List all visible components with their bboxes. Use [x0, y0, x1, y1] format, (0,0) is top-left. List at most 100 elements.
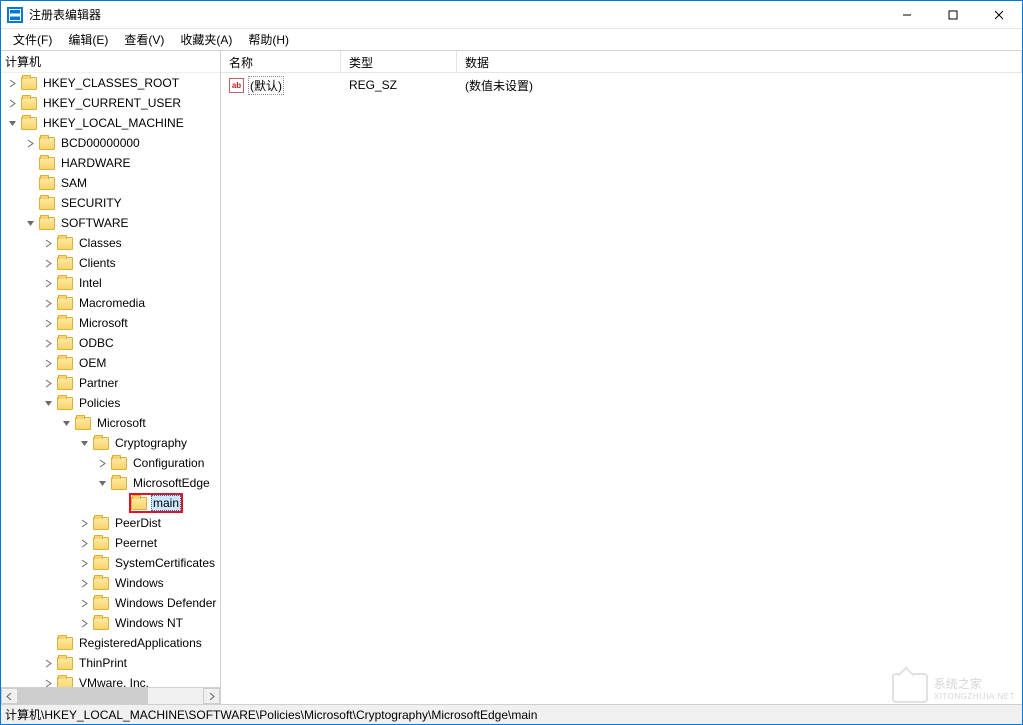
menu-help[interactable]: 帮助(H): [240, 29, 297, 50]
tree-item-sam[interactable]: SAM: [1, 173, 220, 193]
chevron-right-icon[interactable]: [5, 96, 19, 110]
minimize-button[interactable]: [884, 1, 930, 29]
tree-horizontal-scrollbar[interactable]: [1, 687, 220, 704]
folder-icon: [57, 397, 73, 410]
chevron-right-icon[interactable]: [41, 236, 55, 250]
chevron-right-icon[interactable]: [41, 256, 55, 270]
chevron-right-icon[interactable]: [77, 536, 91, 550]
tree-item-vmware-inc-[interactable]: VMware, Inc.: [1, 673, 220, 687]
tree-item-label: OEM: [77, 356, 108, 370]
chevron-down-icon[interactable]: [23, 216, 37, 230]
chevron-right-icon[interactable]: [41, 336, 55, 350]
tree-item-microsoft[interactable]: Microsoft: [1, 313, 220, 333]
chevron-right-icon[interactable]: [77, 576, 91, 590]
folder-icon: [75, 417, 91, 430]
column-name[interactable]: 名称: [221, 51, 341, 72]
tree-item-hkey-local-machine[interactable]: HKEY_LOCAL_MACHINE: [1, 113, 220, 133]
menu-file[interactable]: 文件(F): [5, 29, 60, 50]
folder-icon: [57, 257, 73, 270]
scroll-track[interactable]: [18, 688, 203, 704]
tree-item-systemcertificates[interactable]: SystemCertificates: [1, 553, 220, 573]
folder-icon: [57, 297, 73, 310]
chevron-down-icon[interactable]: [5, 116, 19, 130]
scroll-right-button[interactable]: [203, 688, 220, 704]
chevron-right-icon[interactable]: [77, 596, 91, 610]
value-row[interactable]: ab(默认)REG_SZ(数值未设置): [221, 75, 1022, 95]
tree-item-label: SAM: [59, 176, 89, 190]
tree-item-configuration[interactable]: Configuration: [1, 453, 220, 473]
tree-item-windows-defender[interactable]: Windows Defender: [1, 593, 220, 613]
chevron-right-icon[interactable]: [5, 76, 19, 90]
chevron-right-icon[interactable]: [95, 456, 109, 470]
column-data[interactable]: 数据: [457, 51, 1022, 72]
values-panel: 名称 类型 数据 ab(默认)REG_SZ(数值未设置) 系统之家 XITONG…: [221, 51, 1022, 704]
folder-icon: [21, 97, 37, 110]
tree-item-software[interactable]: SOFTWARE: [1, 213, 220, 233]
close-button[interactable]: [976, 1, 1022, 29]
tree-item-thinprint[interactable]: ThinPrint: [1, 653, 220, 673]
tree-item-bcd00000000[interactable]: BCD00000000: [1, 133, 220, 153]
folder-icon: [39, 137, 55, 150]
folder-icon: [93, 517, 109, 530]
chevron-right-icon[interactable]: [41, 296, 55, 310]
tree-item-peernet[interactable]: Peernet: [1, 533, 220, 553]
tree-item-label: Microsoft: [77, 316, 130, 330]
folder-icon: [57, 277, 73, 290]
tree-item-macromedia[interactable]: Macromedia: [1, 293, 220, 313]
tree-item-partner[interactable]: Partner: [1, 373, 220, 393]
tree-item-label: SOFTWARE: [59, 216, 131, 230]
tree-item-intel[interactable]: Intel: [1, 273, 220, 293]
chevron-right-icon[interactable]: [41, 376, 55, 390]
chevron-down-icon[interactable]: [59, 416, 73, 430]
chevron-right-icon[interactable]: [23, 136, 37, 150]
scroll-left-button[interactable]: [1, 688, 18, 704]
tree-item-peerdist[interactable]: PeerDist: [1, 513, 220, 533]
menu-favorites[interactable]: 收藏夹(A): [172, 29, 240, 50]
chevron-right-icon[interactable]: [41, 676, 55, 687]
tree-item-oem[interactable]: OEM: [1, 353, 220, 373]
chevron-down-icon[interactable]: [77, 436, 91, 450]
column-type[interactable]: 类型: [341, 51, 457, 72]
tree-item-microsoftedge[interactable]: MicrosoftEdge: [1, 473, 220, 493]
scroll-thumb[interactable]: [18, 688, 148, 704]
chevron-right-icon[interactable]: [41, 356, 55, 370]
statusbar: 计算机\HKEY_LOCAL_MACHINE\SOFTWARE\Policies…: [1, 704, 1022, 724]
folder-icon: [131, 497, 147, 510]
menu-edit[interactable]: 编辑(E): [60, 29, 116, 50]
folder-icon: [57, 237, 73, 250]
tree-item-windows-nt[interactable]: Windows NT: [1, 613, 220, 633]
tree-item-hkey-current-user[interactable]: HKEY_CURRENT_USER: [1, 93, 220, 113]
values-list[interactable]: ab(默认)REG_SZ(数值未设置): [221, 73, 1022, 704]
tree-item-classes[interactable]: Classes: [1, 233, 220, 253]
tree-item-odbc[interactable]: ODBC: [1, 333, 220, 353]
tree-item-policies[interactable]: Policies: [1, 393, 220, 413]
window-title: 注册表编辑器: [29, 6, 101, 23]
tree-item-label: Peernet: [113, 536, 159, 550]
chevron-down-icon[interactable]: [95, 476, 109, 490]
folder-icon: [57, 377, 73, 390]
chevron-right-icon[interactable]: [77, 556, 91, 570]
tree-item-registeredapplications[interactable]: RegisteredApplications: [1, 633, 220, 653]
chevron-right-icon[interactable]: [41, 276, 55, 290]
chevron-right-icon[interactable]: [41, 656, 55, 670]
string-value-icon: ab: [229, 78, 244, 93]
chevron-right-icon[interactable]: [77, 516, 91, 530]
folder-icon: [57, 677, 73, 688]
tree-item-hkey-classes-root[interactable]: HKEY_CLASSES_ROOT: [1, 73, 220, 93]
chevron-right-icon[interactable]: [77, 616, 91, 630]
tree-item-security[interactable]: SECURITY: [1, 193, 220, 213]
tree-item-main[interactable]: main: [1, 493, 220, 513]
tree-scroll[interactable]: HKEY_CLASSES_ROOTHKEY_CURRENT_USERHKEY_L…: [1, 73, 220, 687]
maximize-button[interactable]: [930, 1, 976, 29]
main-area: 计算机 HKEY_CLASSES_ROOTHKEY_CURRENT_USERHK…: [1, 51, 1022, 704]
menu-view[interactable]: 查看(V): [116, 29, 172, 50]
tree-item-cryptography[interactable]: Cryptography: [1, 433, 220, 453]
tree-item-clients[interactable]: Clients: [1, 253, 220, 273]
tree-item-microsoft[interactable]: Microsoft: [1, 413, 220, 433]
tree-item-label: SystemCertificates: [113, 556, 217, 570]
tree-item-hardware[interactable]: HARDWARE: [1, 153, 220, 173]
tree-item-windows[interactable]: Windows: [1, 573, 220, 593]
chevron-down-icon[interactable]: [41, 396, 55, 410]
chevron-right-icon[interactable]: [41, 316, 55, 330]
folder-icon: [93, 617, 109, 630]
